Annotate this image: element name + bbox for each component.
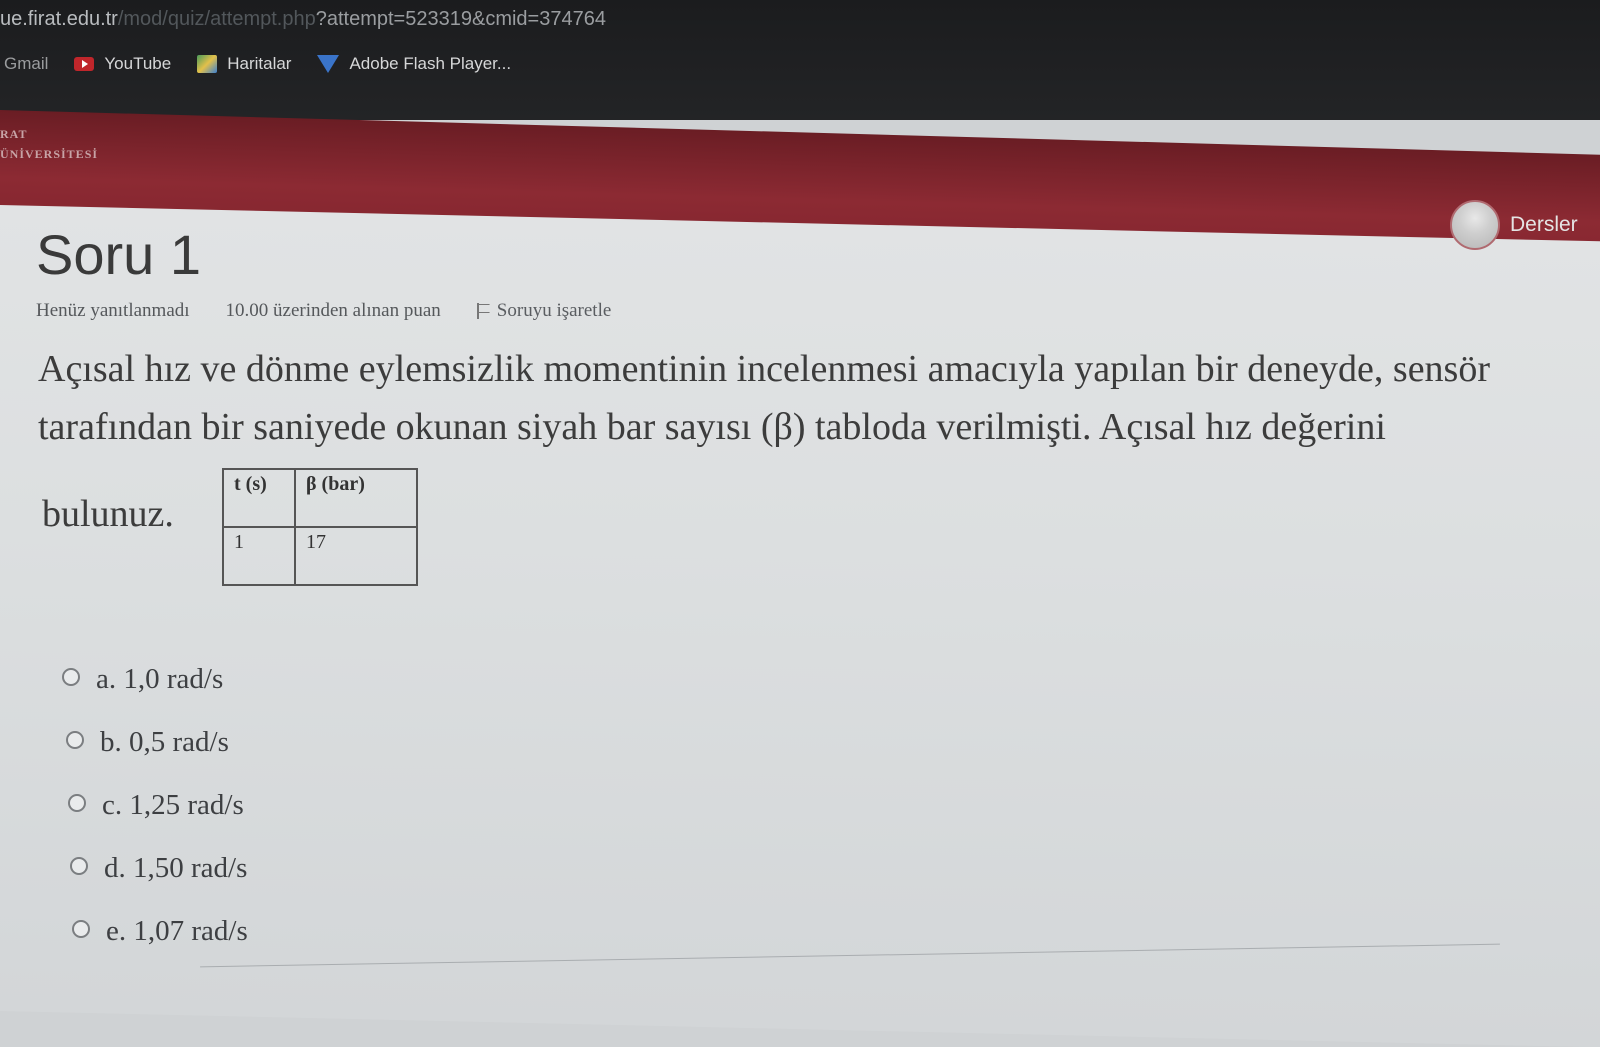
- logo-line2: ÜNİVERSİTESİ: [0, 147, 99, 161]
- answer-option-e[interactable]: e. 1,07 rad/s: [72, 900, 248, 963]
- answer-options: a. 1,0 rad/s b. 0,5 rad/s c. 1,25 rad/s …: [62, 648, 248, 963]
- question-text-line1: Açısal hız ve dönme eylemsizlik momentin…: [38, 348, 1490, 390]
- flag-question-link[interactable]: Soruyu işaretle: [476, 300, 612, 322]
- avatar[interactable]: [1450, 200, 1500, 250]
- logo-line1: RAT: [0, 127, 28, 141]
- address-bar[interactable]: ue.firat.edu.tr/mod/quiz/attempt.php?att…: [0, 8, 606, 31]
- bookmark-maps[interactable]: Haritalar: [197, 54, 291, 74]
- question-title: Soru 1: [36, 223, 201, 286]
- answer-label: c. 1,25 rad/s: [102, 789, 244, 821]
- bookmark-flash[interactable]: Adobe Flash Player...: [317, 54, 511, 74]
- radio-button[interactable]: [70, 856, 88, 875]
- answer-option-a[interactable]: a. 1,0 rad/s: [62, 648, 248, 711]
- url-path: /mod/quiz/attempt.php: [117, 8, 316, 30]
- answer-option-c[interactable]: c. 1,25 rad/s: [68, 774, 248, 837]
- radio-button[interactable]: [72, 919, 90, 938]
- university-logo[interactable]: RAT ÜNİVERSİTESİ: [0, 124, 98, 164]
- bookmark-label: YouTube: [104, 54, 172, 73]
- bookmarks-bar: Gmail YouTube Haritalar Adobe Flash Play…: [0, 54, 511, 74]
- table-header-row: t (s) β (bar): [222, 468, 418, 528]
- courses-link[interactable]: Dersler: [1510, 213, 1578, 237]
- table-cell: 17: [294, 526, 418, 586]
- table-header-cell: t (s): [222, 468, 296, 528]
- user-menu[interactable]: Dersler: [1450, 200, 1578, 250]
- browser-chrome: ue.firat.edu.tr/mod/quiz/attempt.php?att…: [0, 0, 1600, 120]
- answer-label: d. 1,50 rad/s: [104, 852, 248, 884]
- table-header-cell: β (bar): [294, 468, 418, 528]
- radio-button[interactable]: [62, 667, 80, 686]
- flash-icon: [317, 55, 340, 73]
- question-info: Henüz yanıtlanmadı 10.00 üzerinden alına…: [36, 300, 611, 322]
- flag-icon: [476, 303, 489, 319]
- radio-button[interactable]: [66, 730, 84, 749]
- bookmark-label: Gmail: [4, 54, 49, 73]
- table-row: 1 17: [222, 526, 418, 586]
- bookmark-label: Haritalar: [227, 54, 292, 73]
- url-query: ?attempt=523319&cmid=374764: [315, 8, 606, 30]
- bookmark-youtube[interactable]: YouTube: [74, 54, 171, 74]
- answer-label: e. 1,07 rad/s: [106, 915, 248, 947]
- youtube-icon: [74, 57, 95, 71]
- question-text-end: bulunuz.: [42, 493, 174, 535]
- answer-label: a. 1,0 rad/s: [96, 663, 224, 695]
- bookmark-label: Adobe Flash Player...: [349, 54, 512, 73]
- radio-button[interactable]: [68, 793, 86, 812]
- data-table: t (s) β (bar) 1 17: [222, 468, 418, 586]
- question-text-line2: tarafından bir saniyede okunan siyah bar…: [38, 406, 1386, 448]
- bookmark-gmail[interactable]: Gmail: [4, 54, 48, 74]
- url-host: ue.firat.edu.tr: [0, 8, 118, 30]
- answer-option-d[interactable]: d. 1,50 rad/s: [70, 837, 248, 900]
- answer-option-b[interactable]: b. 0,5 rad/s: [66, 711, 248, 774]
- maps-icon: [197, 55, 218, 73]
- answer-label: b. 0,5 rad/s: [100, 726, 229, 758]
- question-grade: 10.00 üzerinden alınan puan: [225, 300, 441, 321]
- flag-label: Soruyu işaretle: [496, 300, 612, 321]
- question-status: Henüz yanıtlanmadı: [36, 300, 190, 321]
- table-cell: 1: [222, 526, 296, 586]
